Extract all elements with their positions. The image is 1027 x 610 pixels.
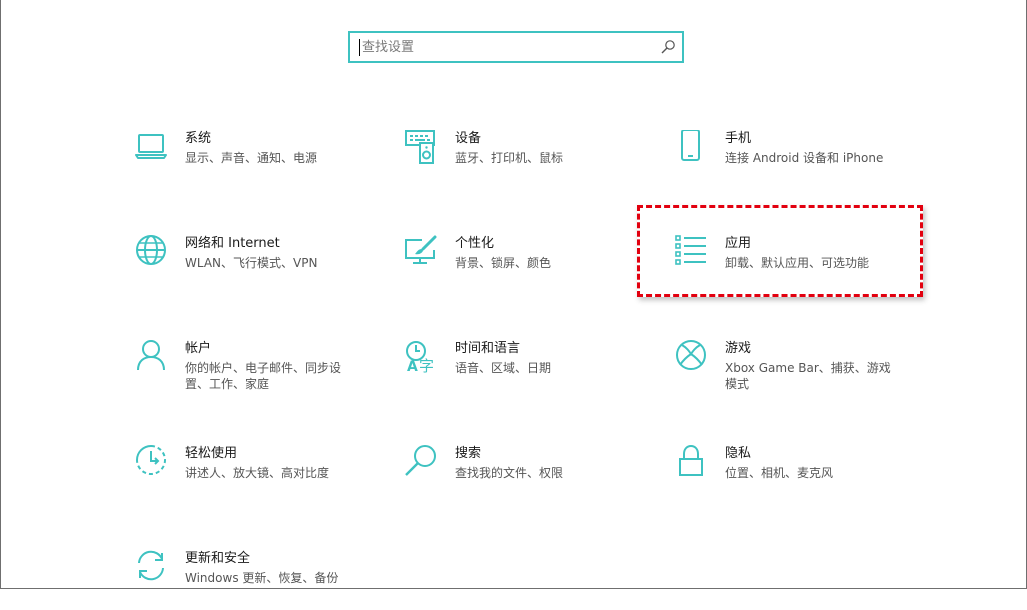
xbox-icon (676, 340, 706, 370)
tile-network[interactable]: 网络和 Internet WLAN、飞行模式、VPN (135, 235, 385, 295)
tile-description: 背景、锁屏、颜色 (455, 256, 552, 270)
keyboard-speaker-icon (405, 130, 435, 164)
tile-title: 手机 (725, 131, 752, 146)
tile-description: Windows 更新、恢复、备份 (185, 571, 339, 585)
search-box[interactable]: 查找设置 (348, 31, 684, 63)
person-icon (137, 340, 165, 371)
tile-privacy[interactable]: 隐私 位置、相机、麦克风 (675, 445, 925, 505)
tile-update-security[interactable]: 更新和安全 Windows 更新、恢复、备份 (135, 550, 385, 610)
highlight-annotation-box (637, 205, 923, 297)
tile-ease-of-access[interactable]: 轻松使用 讲述人、放大镜、高对比度 (135, 445, 385, 505)
tile-title: 隐私 (725, 446, 752, 461)
tile-description: 讲述人、放大镜、高对比度 (185, 466, 330, 480)
globe-icon (136, 235, 166, 265)
paint-monitor-icon (405, 235, 437, 264)
settings-window: 查找设置 系统 显示、声音、通知、电源 设备 蓝牙、打印机、鼠标 手机 连接 A… (0, 0, 1027, 589)
tile-system[interactable]: 系统 显示、声音、通知、电源 (135, 130, 385, 190)
tile-description: 位置、相机、麦克风 (725, 466, 834, 480)
search-input[interactable]: 查找设置 (362, 39, 414, 56)
text-caret (359, 39, 360, 56)
tile-description: 蓝牙、打印机、鼠标 (455, 151, 564, 165)
tile-description: 连接 Android 设备和 iPhone (725, 151, 884, 165)
tile-devices[interactable]: 设备 蓝牙、打印机、鼠标 (405, 130, 655, 190)
tile-description: 你的帐户、电子邮件、同步设置、工作、家庭 (185, 361, 342, 391)
tile-title: 轻松使用 (185, 446, 238, 461)
search-icon (661, 40, 675, 54)
tile-title: 设备 (455, 131, 482, 146)
ease-of-access-icon (136, 445, 166, 475)
phone-icon (681, 130, 700, 161)
lock-icon (679, 445, 703, 476)
tile-search[interactable]: 搜索 查找我的文件、权限 (405, 445, 655, 505)
tile-time-language[interactable]: A 字 时间和语言 语音、区域、日期 (405, 340, 655, 400)
tile-title: 网络和 Internet (185, 236, 280, 251)
svg-text:A: A (407, 359, 418, 375)
tile-description: 显示、声音、通知、电源 (185, 151, 318, 165)
tile-title: 时间和语言 (455, 341, 521, 356)
tile-description: 语音、区域、日期 (455, 361, 552, 375)
tile-accounts[interactable]: 帐户 你的帐户、电子邮件、同步设置、工作、家庭 (135, 340, 385, 400)
sync-icon (138, 550, 164, 581)
tile-title: 搜索 (455, 446, 482, 461)
tile-phone[interactable]: 手机 连接 Android 设备和 iPhone (675, 130, 925, 190)
tile-title: 更新和安全 (185, 551, 251, 566)
svg-text:字: 字 (419, 357, 434, 375)
tile-title: 帐户 (185, 341, 212, 356)
tile-description: 查找我的文件、权限 (455, 466, 564, 480)
time-language-icon: A 字 (406, 341, 434, 375)
tile-title: 个性化 (455, 236, 495, 251)
tile-description: WLAN、飞行模式、VPN (185, 256, 318, 270)
tile-title: 系统 (185, 131, 212, 146)
tile-personalization[interactable]: 个性化 背景、锁屏、颜色 (405, 235, 655, 295)
tile-description: Xbox Game Bar、捕获、游戏模式 (725, 361, 891, 391)
laptop-icon (135, 134, 167, 159)
search-icon (405, 445, 436, 476)
tile-gaming[interactable]: 游戏 Xbox Game Bar、捕获、游戏模式 (675, 340, 925, 400)
tile-title: 游戏 (725, 341, 752, 356)
